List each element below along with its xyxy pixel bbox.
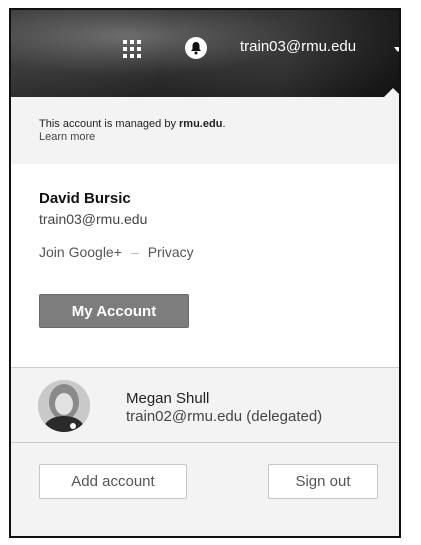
delegated-account-email: train02@rmu.edu (delegated) <box>126 408 323 425</box>
popup-footer: Add account Sign out <box>11 443 399 536</box>
add-account-button[interactable]: Add account <box>39 464 187 499</box>
managed-notice: This account is managed by rmu.edu. Lear… <box>11 97 399 164</box>
top-bar: train03@rmu.edu <box>11 10 399 98</box>
account-switcher-email[interactable]: train03@rmu.edu <box>240 38 356 55</box>
link-separator: – <box>130 244 139 260</box>
profile-links: Join Google+ – Privacy <box>39 244 194 260</box>
profile-name: David Bursic <box>39 190 131 207</box>
managed-domain: rmu.edu <box>179 118 223 130</box>
delegated-account-row[interactable]: Megan Shull train02@rmu.edu (delegated) <box>11 368 399 442</box>
profile-email: train03@rmu.edu <box>39 211 148 227</box>
avatar <box>38 380 90 432</box>
managed-text: This account is managed by rmu.edu. <box>39 118 226 130</box>
notifications-bell-icon[interactable] <box>185 37 207 59</box>
join-google-plus-link[interactable]: Join Google+ <box>39 244 122 260</box>
my-account-button[interactable]: My Account <box>39 294 189 328</box>
sign-out-button[interactable]: Sign out <box>268 464 378 499</box>
dropdown-caret-icon[interactable] <box>394 47 399 52</box>
delegated-account-name: Megan Shull <box>126 390 210 407</box>
account-popup-window: train03@rmu.edu This account is managed … <box>9 8 401 538</box>
learn-more-link[interactable]: Learn more <box>39 131 399 144</box>
current-account-profile: David Bursic train03@rmu.edu Join Google… <box>11 164 399 368</box>
privacy-link[interactable]: Privacy <box>148 244 194 260</box>
apps-grid-icon[interactable] <box>123 40 141 58</box>
